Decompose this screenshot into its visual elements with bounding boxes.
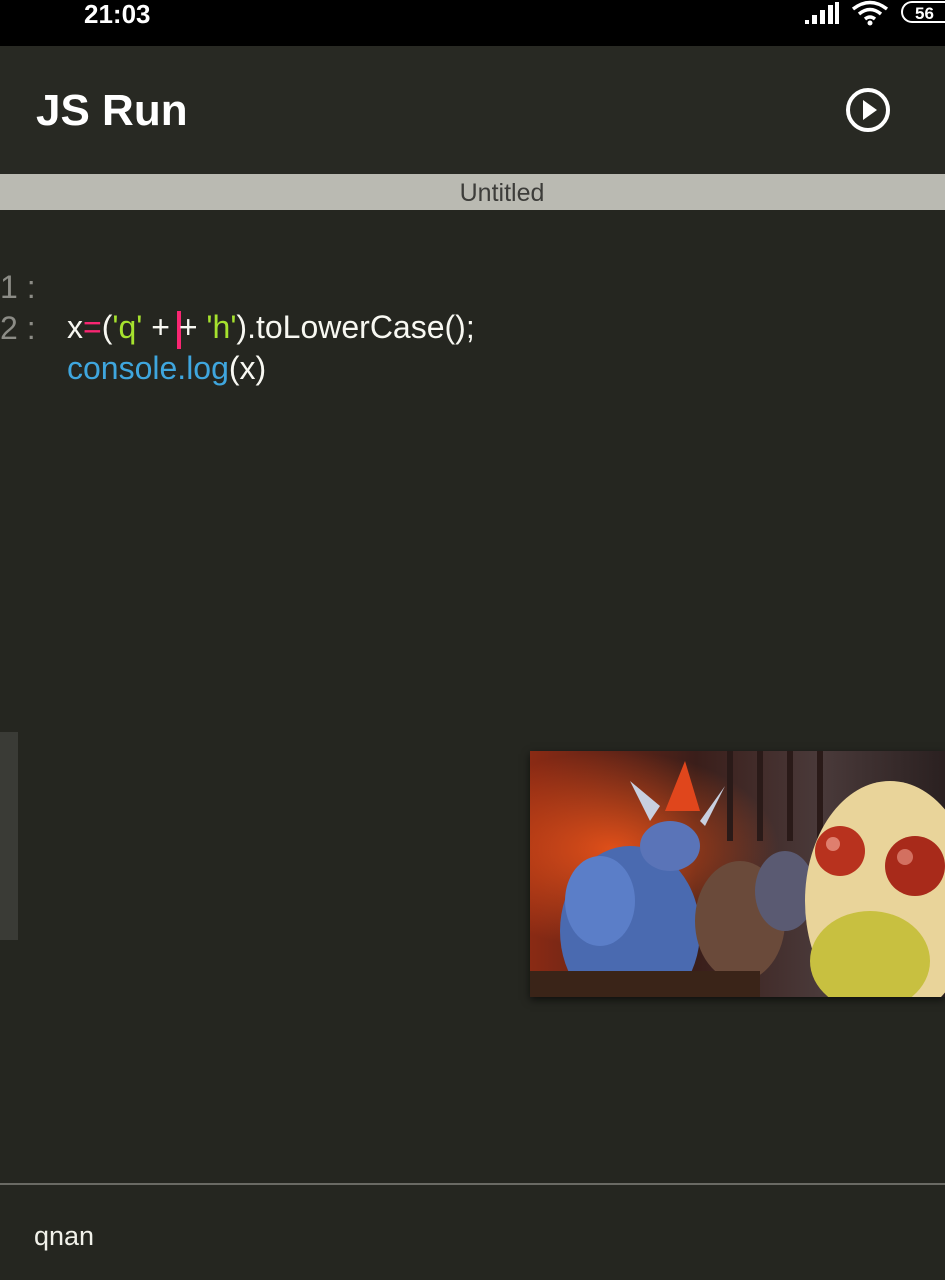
code-text[interactable]: x=('q' + + 'h').toLowerCase(); [67, 307, 475, 349]
console-panel: qnan [0, 1185, 945, 1280]
picture-in-picture-video[interactable] [530, 751, 945, 997]
side-drawer-handle[interactable] [0, 732, 18, 940]
signal-icon [805, 2, 839, 24]
status-time: 21:03 [84, 0, 151, 29]
battery-level: 56 [915, 4, 934, 23]
tab-untitled[interactable]: Untitled [0, 174, 945, 212]
text-cursor [176, 310, 181, 349]
code-editor[interactable]: 1 : x=('q' + + 'h').toLowerCase(); 2 : c… [0, 210, 945, 1183]
play-circle-icon[interactable] [844, 86, 892, 134]
code-line-1-content[interactable]: x=('q' + + 'h').toLowerCase(); [67, 309, 475, 349]
file-tab-strip: Untitled [0, 174, 945, 210]
video-frame-image [530, 751, 945, 997]
code-line[interactable]: 2 : console.log(x) [0, 268, 266, 386]
code-text[interactable]: console.log(x) [67, 348, 266, 388]
wifi-icon [851, 0, 889, 26]
app-bar: JS Run [0, 46, 945, 174]
app-title: JS Run [36, 86, 188, 135]
battery-icon: 56 [901, 1, 945, 23]
status-bar: 21:03 56 [0, 0, 945, 46]
code-line-2-content[interactable]: console.log(x) [67, 350, 266, 386]
console-output: qnan [34, 1221, 95, 1251]
line-number: 2 : [0, 310, 36, 346]
code-line[interactable]: 1 : x=('q' + + 'h').toLowerCase(); [0, 227, 475, 349]
